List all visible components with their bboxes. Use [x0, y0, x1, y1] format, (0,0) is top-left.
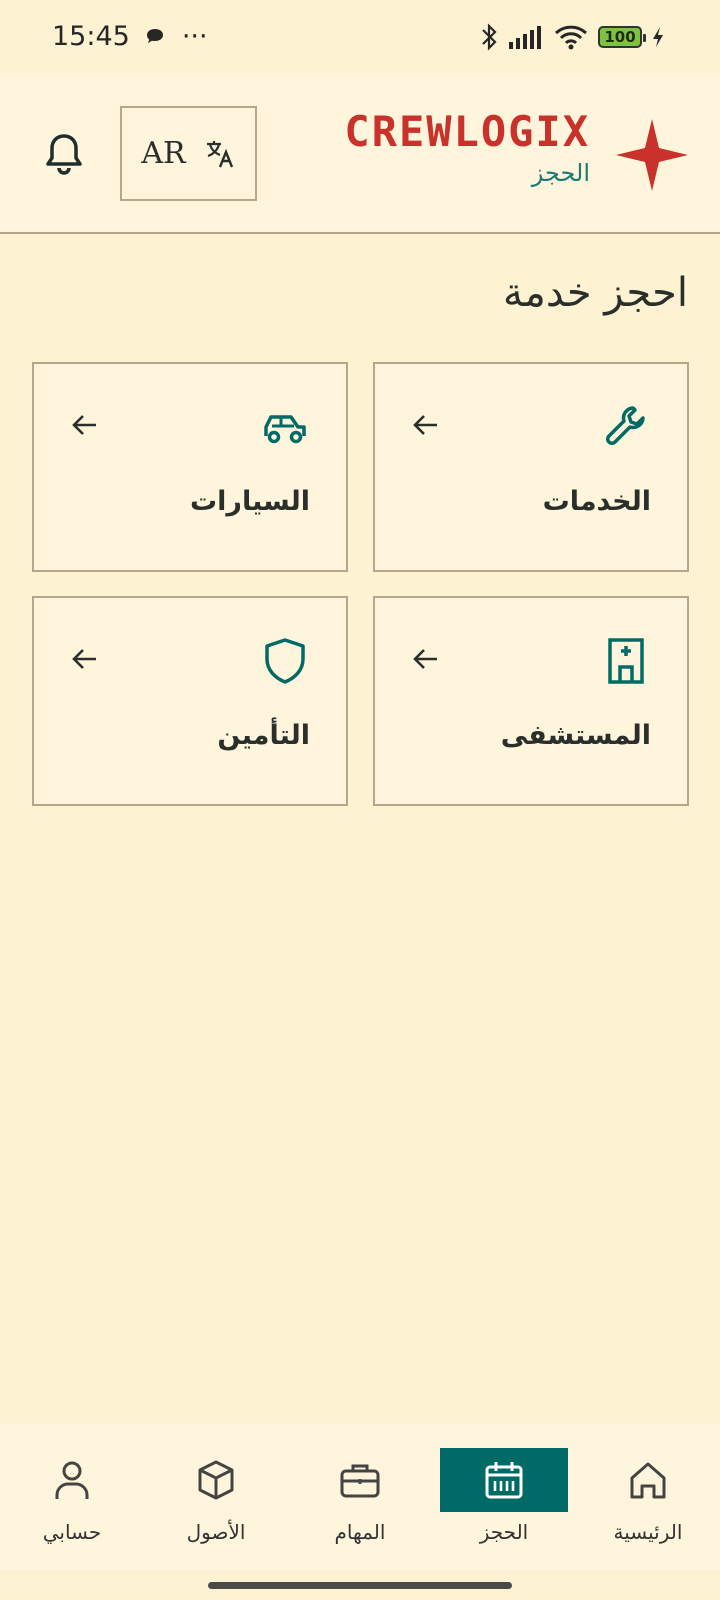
status-left: 15:45 ··· [52, 21, 208, 52]
arrow-left-icon [413, 415, 437, 435]
card-label: السيارات [190, 486, 310, 517]
battery-icon: 100 [598, 25, 646, 48]
card-services[interactable]: الخدمات [373, 362, 689, 572]
nav-item-booking[interactable]: الحجز [440, 1448, 568, 1548]
translate-icon [206, 140, 233, 167]
language-code: AR [141, 136, 186, 171]
signal-icon [509, 25, 541, 49]
wifi-icon [554, 25, 588, 49]
nav-icon-wrap [440, 1448, 568, 1512]
nav-label: الرئيسية [613, 1520, 683, 1544]
card-insurance[interactable]: التأمين [32, 596, 348, 806]
shield-icon [265, 638, 305, 684]
status-bar: 15:45 ··· 100 [0, 0, 720, 73]
home-indicator[interactable] [208, 1582, 512, 1589]
arrow-left-icon [413, 649, 437, 669]
star-logo-icon [616, 119, 688, 191]
home-icon [630, 1462, 666, 1499]
brand-title: CREWLOGIX [344, 107, 590, 156]
car-icon [264, 415, 306, 444]
card-label: التأمين [217, 720, 310, 751]
nav-label: المهام [334, 1520, 386, 1544]
brand: CREWLOGIX الحجز [344, 109, 590, 191]
nav-item-assets[interactable]: الأصول [152, 1448, 280, 1548]
bottom-nav: الرئيسية الحجز المهام الأصول حسابي [0, 1424, 720, 1570]
bell-icon[interactable] [42, 131, 86, 177]
status-time: 15:45 [52, 21, 130, 52]
nav-label: الحجز [479, 1520, 529, 1544]
nav-label: حسابي [42, 1520, 102, 1544]
page-title: احجز خدمة [502, 270, 688, 316]
cube-icon [198, 1460, 234, 1500]
card-label: الخدمات [542, 486, 651, 517]
briefcase-icon [340, 1464, 380, 1498]
wrench-icon [606, 406, 645, 445]
nav-item-home[interactable]: الرئيسية [584, 1448, 712, 1548]
nav-item-account[interactable]: حسابي [8, 1448, 136, 1548]
calendar-icon [485, 1462, 523, 1499]
status-more: ··· [181, 21, 208, 52]
nav-icon-wrap [8, 1448, 136, 1512]
nav-icon-wrap [584, 1448, 712, 1512]
card-label: المستشفى [500, 720, 651, 751]
brand-subtitle: الحجز [531, 159, 590, 187]
bluetooth-icon [482, 22, 497, 51]
card-cars[interactable]: السيارات [32, 362, 348, 572]
user-icon [55, 1461, 89, 1499]
hospital-icon [608, 638, 644, 684]
nav-icon-wrap [152, 1448, 280, 1512]
arrow-left-icon [72, 649, 96, 669]
card-hospital[interactable]: المستشفى [373, 596, 689, 806]
chat-bubble-icon [146, 28, 163, 43]
nav-item-tasks[interactable]: المهام [296, 1448, 424, 1548]
nav-label: الأصول [186, 1520, 246, 1544]
nav-icon-wrap [296, 1448, 424, 1512]
status-right: 100 [480, 22, 664, 52]
arrow-left-icon [72, 415, 96, 435]
app-header: AR CREWLOGIX الحجز [0, 73, 720, 234]
language-button[interactable]: AR [120, 106, 257, 201]
charging-icon [653, 26, 663, 47]
